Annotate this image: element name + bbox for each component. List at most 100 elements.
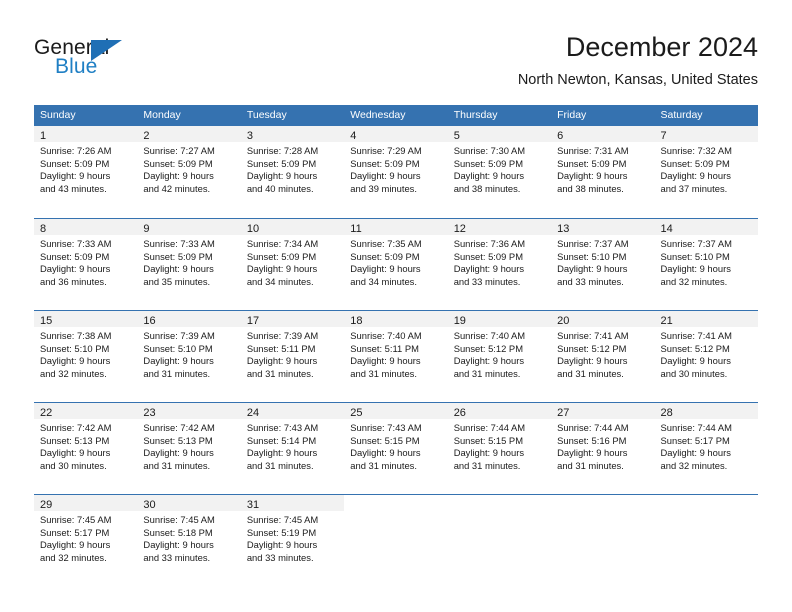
day-cell-23[interactable]: 23 Sunrise: 7:42 AM Sunset: 5:13 PM Dayligh… — [137, 403, 241, 494]
day-number: 31 — [246, 499, 260, 511]
day-number-strip: 5 — [447, 126, 552, 142]
day-cell-19[interactable]: 19 Sunrise: 7:40 AM Sunset: 5:12 PM Dayligh… — [447, 311, 552, 402]
daylight-text-line2: and 33 minutes. — [557, 275, 624, 287]
daylight-text-line2: and 40 minutes. — [246, 182, 314, 194]
daylight-text-line2: and 37 minutes. — [660, 182, 728, 194]
sunset-text: Sunset: 5:09 PM — [143, 157, 213, 169]
day-details: Sunrise: 7:43 AM Sunset: 5:15 PM Daylight:… — [344, 419, 447, 472]
sunrise-text: Sunrise: 7:41 AM — [660, 330, 732, 341]
sunrise-text: Sunrise: 7:34 AM — [246, 238, 319, 249]
day-number-strip: 12 — [447, 219, 552, 235]
day-cell-26[interactable]: 26 Sunrise: 7:44 AM Sunset: 5:15 PM Dayligh… — [447, 403, 552, 494]
day-cell-31[interactable]: 31 Sunrise: 7:45 AM Sunset: 5:19 PM Dayligh… — [240, 495, 345, 586]
day-details: Sunrise: 7:45 AM Sunset: 5:17 PM Daylight:… — [34, 511, 137, 564]
day-details: Sunrise: 7:44 AM Sunset: 5:15 PM Daylight:… — [448, 419, 551, 472]
day-cell-22[interactable]: 22 Sunrise: 7:42 AM Sunset: 5:13 PM Dayligh… — [34, 403, 138, 494]
day-cell-1[interactable]: 1 Sunrise: 7:26 AM Sunset: 5:09 PM Daylight… — [34, 126, 138, 218]
calendar-week-row: 29 Sunrise: 7:45 AM Sunset: 5:17 PM Dayligh… — [34, 494, 758, 586]
day-details: Sunrise: 7:45 AM Sunset: 5:18 PM Daylight:… — [137, 511, 240, 564]
day-number: 24 — [246, 407, 260, 419]
day-cell-7[interactable]: 7 Sunrise: 7:32 AM Sunset: 5:09 PM Daylight… — [654, 126, 758, 218]
day-cell-17[interactable]: 17 Sunrise: 7:39 AM Sunset: 5:11 PM Dayligh… — [240, 311, 345, 402]
day-cell-18[interactable]: 18 Sunrise: 7:40 AM Sunset: 5:11 PM Dayligh… — [344, 311, 448, 402]
day-number-strip: 20 — [551, 311, 655, 327]
day-number-strip — [551, 495, 654, 511]
day-number: 16 — [143, 315, 156, 327]
daylight-text-line1: Daylight: 9 hours — [660, 170, 731, 182]
day-details: Sunrise: 7:43 AM Sunset: 5:14 PM Daylight:… — [241, 419, 344, 472]
sunrise-text: Sunrise: 7:45 AM — [246, 514, 319, 525]
day-cell-empty — [344, 495, 448, 586]
daylight-text-line1: Daylight: 9 hours — [453, 263, 525, 275]
day-number-strip: 30 — [137, 495, 241, 511]
day-cell-28[interactable]: 28 Sunrise: 7:44 AM Sunset: 5:17 PM Dayligh… — [654, 403, 758, 494]
day-cell-2[interactable]: 2 Sunrise: 7:27 AM Sunset: 5:09 PM Daylight… — [137, 126, 241, 218]
daylight-text-line2: and 38 minutes. — [557, 182, 624, 194]
sunrise-text: Sunrise: 7:26 AM — [40, 145, 112, 156]
daylight-text-line1: Daylight: 9 hours — [453, 355, 525, 367]
day-number-strip: 26 — [447, 403, 552, 419]
day-cell-13[interactable]: 13 Sunrise: 7:37 AM Sunset: 5:10 PM Dayligh… — [551, 219, 655, 310]
sunrise-text: Sunrise: 7:41 AM — [557, 330, 629, 341]
day-cell-15[interactable]: 15 Sunrise: 7:38 AM Sunset: 5:10 PM Dayligh… — [34, 311, 138, 402]
daylight-text-line2: and 31 minutes. — [246, 367, 314, 379]
day-number: 2 — [143, 130, 150, 142]
day-number-strip: 19 — [447, 311, 552, 327]
day-number-strip: 27 — [551, 403, 655, 419]
day-details: Sunrise: 7:29 AM Sunset: 5:09 PM Daylight:… — [344, 142, 447, 195]
day-cell-24[interactable]: 24 Sunrise: 7:43 AM Sunset: 5:14 PM Dayligh… — [240, 403, 345, 494]
sunrise-text: Sunrise: 7:37 AM — [557, 238, 629, 249]
day-cell-30[interactable]: 30 Sunrise: 7:45 AM Sunset: 5:18 PM Dayligh… — [137, 495, 241, 586]
daylight-text-line2: and 34 minutes. — [350, 275, 417, 287]
day-number-strip: 23 — [137, 403, 241, 419]
calendar-week-row: 1 Sunrise: 7:26 AM Sunset: 5:09 PM Daylight… — [34, 126, 758, 218]
daylight-text-line2: and 32 minutes. — [40, 367, 107, 379]
day-cell-3[interactable]: 3 Sunrise: 7:28 AM Sunset: 5:09 PM Daylight… — [240, 126, 345, 218]
day-number: 1 — [40, 130, 47, 142]
day-details: Sunrise: 7:39 AM Sunset: 5:10 PM Daylight:… — [137, 327, 240, 380]
day-number-strip: 28 — [654, 403, 758, 419]
day-cell-5[interactable]: 5 Sunrise: 7:30 AM Sunset: 5:09 PM Daylight… — [447, 126, 552, 218]
calendar-week-row: 8 Sunrise: 7:33 AM Sunset: 5:09 PM Daylight… — [34, 218, 758, 310]
day-number: 21 — [660, 315, 673, 327]
day-cell-29[interactable]: 29 Sunrise: 7:45 AM Sunset: 5:17 PM Dayligh… — [34, 495, 138, 586]
daylight-text-line1: Daylight: 9 hours — [40, 263, 111, 275]
day-cell-8[interactable]: 8 Sunrise: 7:33 AM Sunset: 5:09 PM Daylight… — [34, 219, 138, 310]
day-details: Sunrise: 7:35 AM Sunset: 5:09 PM Daylight:… — [344, 235, 447, 288]
day-cell-4[interactable]: 4 Sunrise: 7:29 AM Sunset: 5:09 PM Daylight… — [344, 126, 448, 218]
day-cell-10[interactable]: 10 Sunrise: 7:34 AM Sunset: 5:09 PM Dayligh… — [240, 219, 345, 310]
day-cell-21[interactable]: 21 Sunrise: 7:41 AM Sunset: 5:12 PM Dayligh… — [654, 311, 758, 402]
daylight-text-line2: and 33 minutes. — [246, 551, 314, 563]
day-cell-6[interactable]: 6 Sunrise: 7:31 AM Sunset: 5:09 PM Daylight… — [551, 126, 655, 218]
day-number: 23 — [143, 407, 156, 419]
day-number-strip — [344, 495, 447, 511]
sunrise-text: Sunrise: 7:44 AM — [660, 422, 732, 433]
daylight-text-line2: and 36 minutes. — [40, 275, 107, 287]
daylight-text-line1: Daylight: 9 hours — [246, 355, 318, 367]
day-number-strip: 13 — [551, 219, 655, 235]
day-number: 15 — [40, 315, 53, 327]
day-number-strip — [655, 495, 758, 511]
calendar-grid: Sunday Monday Tuesday Wednesday Thursday Frid… — [34, 105, 758, 586]
day-cell-14[interactable]: 14 Sunrise: 7:37 AM Sunset: 5:10 PM Dayligh… — [654, 219, 758, 310]
sunrise-text: Sunrise: 7:31 AM — [557, 145, 629, 156]
day-number-strip: 8 — [34, 219, 138, 235]
day-number: 8 — [40, 223, 47, 235]
day-cell-16[interactable]: 16 Sunrise: 7:39 AM Sunset: 5:10 PM Dayligh… — [137, 311, 241, 402]
sunset-text: Sunset: 5:09 PM — [453, 157, 523, 169]
day-cell-12[interactable]: 12 Sunrise: 7:36 AM Sunset: 5:09 PM Dayligh… — [447, 219, 552, 310]
day-cell-20[interactable]: 20 Sunrise: 7:41 AM Sunset: 5:12 PM Dayligh… — [551, 311, 655, 402]
day-number: 7 — [660, 130, 667, 142]
general-blue-logo: General Blue — [34, 36, 214, 86]
day-cell-11[interactable]: 11 Sunrise: 7:35 AM Sunset: 5:09 PM Dayligh… — [344, 219, 448, 310]
sunrise-text: Sunrise: 7:39 AM — [143, 330, 215, 341]
page-subtitle-location: North Newton, Kansas, United States — [517, 72, 758, 88]
day-cell-9[interactable]: 9 Sunrise: 7:33 AM Sunset: 5:09 PM Daylight… — [137, 219, 241, 310]
day-details: Sunrise: 7:39 AM Sunset: 5:11 PM Daylight:… — [241, 327, 344, 380]
day-cell-25[interactable]: 25 Sunrise: 7:43 AM Sunset: 5:15 PM Dayligh… — [344, 403, 448, 494]
daylight-text-line2: and 39 minutes. — [350, 182, 417, 194]
day-details: Sunrise: 7:34 AM Sunset: 5:09 PM Daylight:… — [241, 235, 344, 288]
day-cell-27[interactable]: 27 Sunrise: 7:44 AM Sunset: 5:16 PM Dayligh… — [551, 403, 655, 494]
day-number-strip: 11 — [344, 219, 448, 235]
calendar-week-row: 22 Sunrise: 7:42 AM Sunset: 5:13 PM Dayligh… — [34, 402, 758, 494]
